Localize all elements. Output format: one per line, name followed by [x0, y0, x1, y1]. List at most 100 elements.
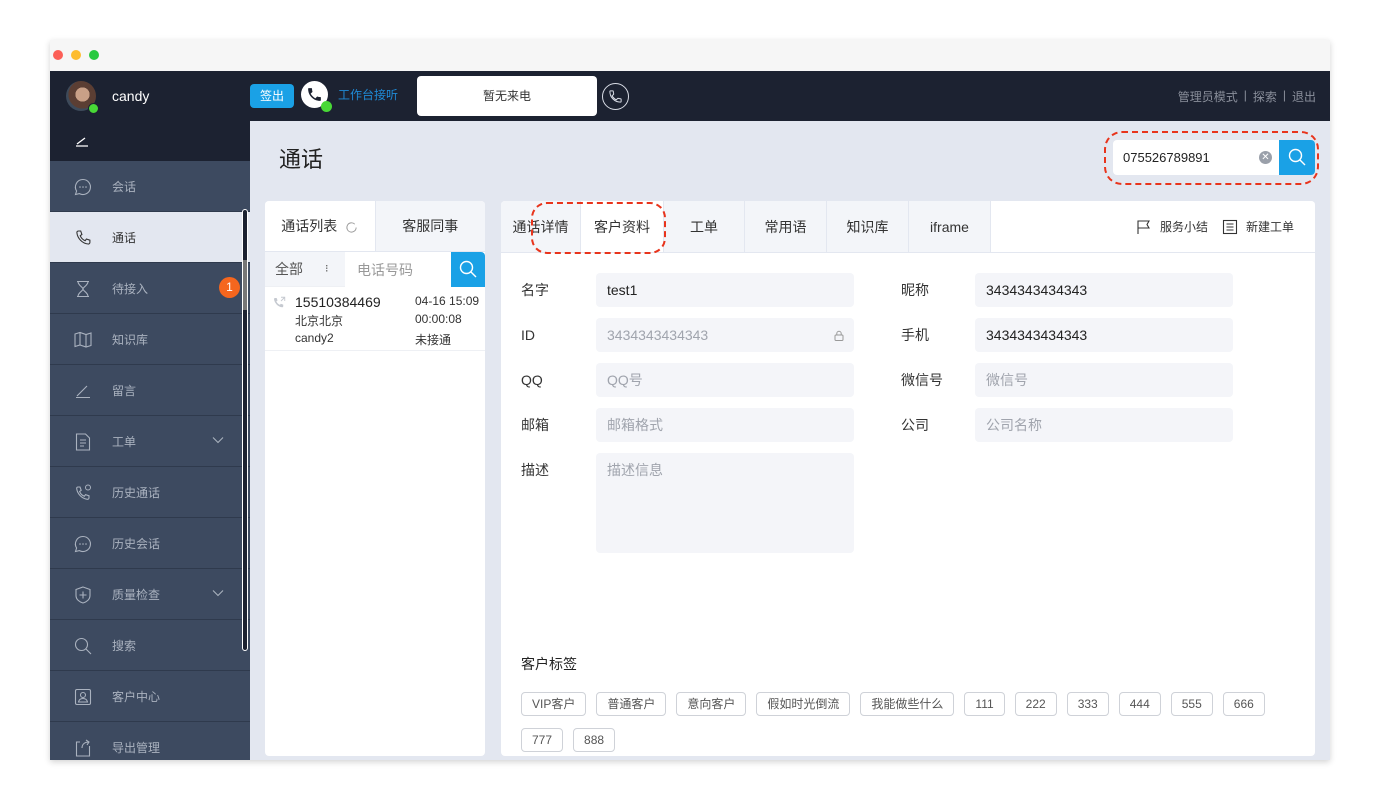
customer-tag[interactable]: 777 [521, 728, 564, 752]
sidebar-item-knowledge-base[interactable]: 知识库 [50, 314, 250, 365]
sidebar: 会话 通话 待接入 1 知识库 留言 工单 历史通话 历史会话 质量检查 搜索 … [50, 121, 250, 760]
customer-tag[interactable]: 666 [1222, 692, 1265, 716]
admin-mode-link[interactable]: 管理员模式 [1178, 88, 1238, 105]
sidebar-item-call-history[interactable]: 历史通话 [50, 467, 250, 518]
tab-call-list[interactable]: 通话列表 [265, 201, 376, 251]
clear-icon[interactable]: ✕ [1259, 151, 1272, 164]
company-label: 公司 [901, 417, 929, 433]
phone-icon [76, 230, 91, 245]
wechat-field[interactable] [975, 363, 1233, 397]
signout-button[interactable]: 签出 [250, 84, 294, 108]
sidebar-item-tickets[interactable]: 工单 [50, 416, 250, 467]
call-list-item[interactable]: 15510384469 北京北京 candy2 04-16 15:09 00:0… [265, 287, 485, 351]
scrollbar-thumb[interactable] [243, 260, 247, 310]
flag-icon [1137, 219, 1150, 234]
sidebar-item-messages[interactable]: 留言 [50, 365, 250, 416]
customer-tag[interactable]: 意向客户 [676, 692, 747, 716]
customer-tag[interactable]: 假如时光倒流 [756, 692, 851, 716]
name-label: 名字 [521, 282, 549, 298]
customer-tag[interactable]: 555 [1170, 692, 1213, 716]
global-search-input[interactable] [1113, 140, 1278, 175]
qq-field[interactable] [596, 363, 854, 397]
call-number: 15510384469 [295, 294, 381, 310]
customer-tag[interactable]: 333 [1066, 692, 1109, 716]
workstation-answer-link[interactable]: 工作台接听 [338, 86, 398, 103]
phone-number-input[interactable] [345, 252, 451, 287]
selected-filter: 全部 [275, 261, 303, 277]
id-label: ID [521, 327, 535, 343]
minimize-window-button[interactable] [71, 50, 81, 60]
customer-tag[interactable]: 888 [573, 728, 616, 752]
chevron-down-icon[interactable] [212, 589, 224, 597]
chat-history-icon [74, 535, 91, 553]
document-icon [75, 433, 91, 451]
global-search: ✕ [1113, 140, 1315, 175]
new-ticket-label: 新建工单 [1246, 220, 1295, 234]
call-status: 未接通 [415, 333, 452, 347]
sidebar-item-search[interactable]: 搜索 [50, 620, 250, 671]
customer-tags: VIP客户 普通客户 意向客户 假如时光倒流 我能做些什么 111 222 333 444 555… [521, 692, 1301, 752]
tab-iframe[interactable]: iframe [909, 201, 991, 252]
tab-label: 通话列表 [281, 218, 338, 234]
sidebar-item-label: 知识库 [112, 332, 149, 347]
call-search-button[interactable] [451, 252, 485, 287]
close-window-button[interactable] [53, 50, 63, 60]
sidebar-item-label: 工单 [112, 434, 137, 449]
call-time: 04-16 15:09 [415, 294, 480, 308]
tab-knowledge-base[interactable]: 知识库 [827, 201, 909, 252]
logout-link[interactable]: 退出 [1292, 88, 1316, 105]
call-filter-row: 全部 ⁝ [265, 252, 485, 287]
company-field[interactable] [975, 408, 1233, 442]
customer-tag[interactable]: 普通客户 [596, 692, 667, 716]
sidebar-item-chat[interactable]: 会话 [50, 161, 250, 212]
tab-customer-profile[interactable]: 客户资料 [581, 201, 664, 252]
shield-plus-icon [75, 586, 91, 604]
tab-colleagues[interactable]: 客服同事 [376, 201, 486, 251]
mobile-field[interactable] [975, 318, 1233, 352]
avatar[interactable] [66, 81, 99, 114]
customer-tag[interactable]: VIP客户 [521, 692, 587, 716]
chat-icon [74, 178, 91, 196]
customer-tag[interactable]: 444 [1118, 692, 1161, 716]
user-profile[interactable]: candy [66, 81, 149, 114]
refresh-icon[interactable] [345, 221, 358, 234]
call-duration: 00:00:08 [415, 312, 462, 326]
pending-count-badge: 1 [219, 277, 240, 298]
explore-link[interactable]: 探索 [1253, 88, 1277, 105]
dial-icon[interactable] [602, 83, 629, 110]
customer-tag[interactable]: 我能做些什么 [860, 692, 955, 716]
customer-detail-panel: 通话详情 客户资料 工单 常用语 知识库 iframe 服务小结 新建工单 名字… [501, 201, 1315, 756]
separator: | [1282, 88, 1286, 102]
collapse-icon[interactable] [74, 133, 90, 149]
description-field[interactable] [596, 453, 854, 553]
name-field[interactable] [596, 273, 854, 307]
email-label: 邮箱 [521, 417, 549, 433]
sidebar-item-label: 会话 [112, 179, 137, 194]
sidebar-item-calls[interactable]: 通话 [50, 212, 250, 263]
tab-phrases[interactable]: 常用语 [745, 201, 827, 252]
maximize-window-button[interactable] [89, 50, 99, 60]
service-summary-button[interactable]: 服务小结 [1136, 218, 1208, 235]
sidebar-scrollbar[interactable] [242, 209, 248, 651]
sidebar-item-export[interactable]: 导出管理 [50, 722, 250, 760]
sidebar-header [50, 121, 250, 161]
sidebar-item-customer-center[interactable]: 客户中心 [50, 671, 250, 722]
customer-tag[interactable]: 111 [964, 692, 1005, 716]
online-status-dot [88, 103, 99, 114]
phone-status-icon[interactable] [301, 81, 332, 112]
call-history-icon [76, 484, 91, 500]
sidebar-item-chat-history[interactable]: 历史会话 [50, 518, 250, 569]
new-ticket-button[interactable]: 新建工单 [1222, 218, 1294, 235]
customer-tag[interactable]: 222 [1014, 692, 1057, 716]
email-field[interactable] [596, 408, 854, 442]
global-search-button[interactable] [1279, 140, 1315, 175]
sidebar-item-pending[interactable]: 待接入 1 [50, 263, 250, 314]
nickname-field[interactable] [975, 273, 1233, 307]
service-summary-label: 服务小结 [1160, 220, 1209, 234]
chevron-down-icon[interactable] [212, 436, 224, 444]
sidebar-item-quality-check[interactable]: 质量检查 [50, 569, 250, 620]
tab-call-details[interactable]: 通话详情 [501, 201, 581, 252]
tab-tickets[interactable]: 工单 [664, 201, 745, 252]
call-type-select[interactable]: 全部 ⁝ [265, 252, 345, 286]
call-location: 北京北京 [295, 314, 344, 328]
